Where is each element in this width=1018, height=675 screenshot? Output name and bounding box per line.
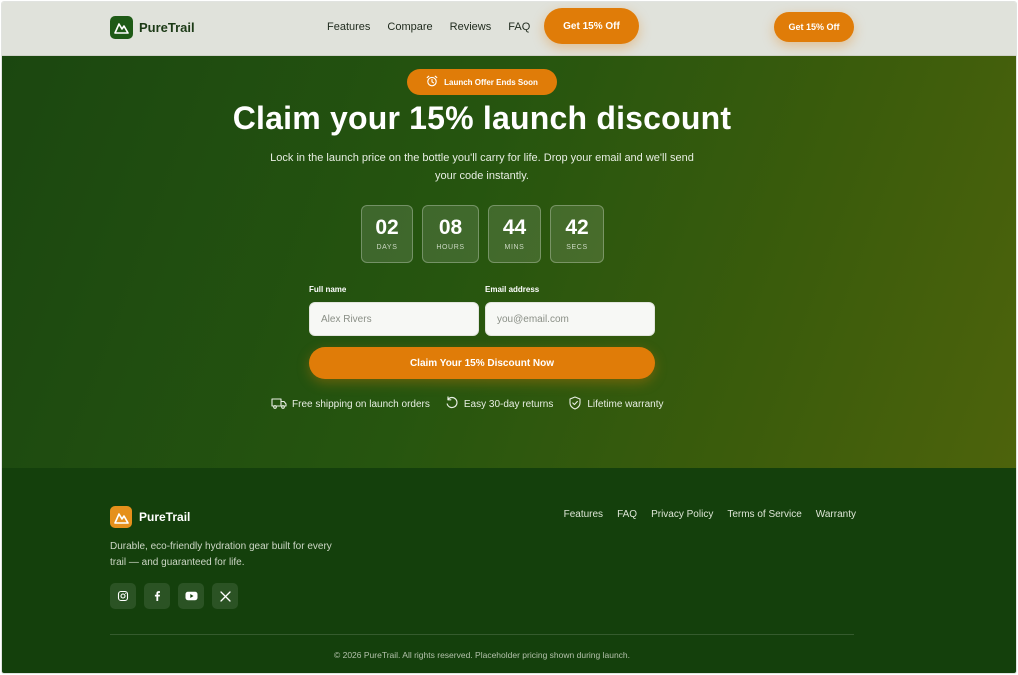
footer-link-warranty[interactable]: Warranty [816, 509, 856, 520]
full-name-input[interactable] [309, 302, 479, 336]
footer-brand-name: PureTrail [139, 510, 191, 524]
countdown-mins: 44 MINS [488, 205, 541, 263]
page-frame: PureTrail Features Compare Reviews FAQ G… [2, 2, 1016, 673]
countdown-hours: 08 HOURS [422, 205, 479, 263]
nav-link-compare[interactable]: Compare [387, 21, 432, 33]
refresh-icon [445, 396, 459, 413]
countdown-value: 08 [438, 216, 463, 239]
social-links [110, 583, 238, 609]
brand-name: PureTrail [139, 20, 195, 35]
full-name-label: Full name [309, 285, 347, 294]
countdown-value: 02 [375, 216, 399, 239]
hero-title: Claim your 15% launch discount [232, 100, 732, 136]
claim-discount-button[interactable]: Claim Your 15% Discount Now [309, 347, 655, 379]
nav-link-reviews[interactable]: Reviews [450, 21, 492, 33]
trust-text: Lifetime warranty [587, 399, 664, 410]
countdown-label: MINS [504, 244, 525, 251]
footer-link-faq[interactable]: FAQ [617, 509, 637, 520]
trust-item-shipping: Free shipping on launch orders [271, 396, 430, 413]
countdown-value: 42 [565, 216, 589, 239]
alarm-clock-icon [426, 75, 438, 89]
footer-link-terms[interactable]: Terms of Service [727, 509, 801, 520]
countdown-timer: 02 DAYS 08 HOURS 44 MINS 42 SECS [361, 205, 604, 263]
hero-subtitle: Lock in the launch price on the bottle y… [270, 152, 694, 182]
youtube-icon[interactable] [178, 583, 204, 609]
countdown-label: HOURS [436, 244, 465, 251]
countdown-label: SECS [566, 244, 588, 251]
trust-item-returns: Easy 30-day returns [445, 396, 554, 413]
hero-section: Launch Offer Ends Soon Claim your 15% la… [2, 56, 1016, 468]
site-footer: PureTrail Durable, eco-friendly hydratio… [2, 468, 1016, 673]
email-label: Email address [485, 285, 540, 294]
footer-link-privacy[interactable]: Privacy Policy [651, 509, 713, 520]
trust-badges: Free shipping on launch orders Easy 30-d… [271, 396, 664, 413]
footer-brand[interactable]: PureTrail [110, 506, 190, 528]
top-nav: PureTrail Features Compare Reviews FAQ G… [2, 2, 1016, 56]
email-input[interactable] [485, 302, 655, 336]
nav-discount-button-right[interactable]: Get 15% Off [774, 12, 854, 42]
shield-check-icon [568, 396, 582, 413]
facebook-icon[interactable] [144, 583, 170, 609]
countdown-label: DAYS [376, 244, 398, 251]
countdown-value: 44 [502, 216, 527, 239]
trust-text: Easy 30-day returns [463, 399, 554, 410]
launch-offer-text: Launch Offer Ends Soon [444, 77, 538, 87]
launch-offer-badge: Launch Offer Ends Soon [407, 69, 557, 95]
nav-discount-button[interactable]: Get 15% Off [544, 8, 639, 44]
nav-link-faq[interactable]: FAQ [508, 21, 530, 33]
instagram-icon[interactable] [110, 583, 136, 609]
brand[interactable]: PureTrail [110, 16, 195, 39]
footer-tagline: Durable, eco-friendly hydration gear bui… [110, 541, 332, 568]
x-icon[interactable] [212, 583, 238, 609]
footer-copyright: © 2026 PureTrail. All rights reserved. P… [333, 650, 631, 660]
trust-item-warranty: Lifetime warranty [568, 396, 664, 413]
countdown-days: 02 DAYS [361, 205, 413, 263]
trust-text: Free shipping on launch orders [292, 399, 430, 410]
footer-divider [110, 634, 854, 635]
mountain-logo-icon [110, 16, 133, 39]
footer-link-features[interactable]: Features [564, 509, 603, 520]
truck-icon [271, 397, 287, 412]
footer-links: Features FAQ Privacy Policy Terms of Ser… [564, 509, 856, 520]
nav-link-features[interactable]: Features [327, 21, 370, 33]
mountain-logo-icon [110, 506, 132, 528]
nav-links: Features Compare Reviews FAQ [327, 21, 530, 33]
countdown-secs: 42 SECS [550, 205, 604, 263]
